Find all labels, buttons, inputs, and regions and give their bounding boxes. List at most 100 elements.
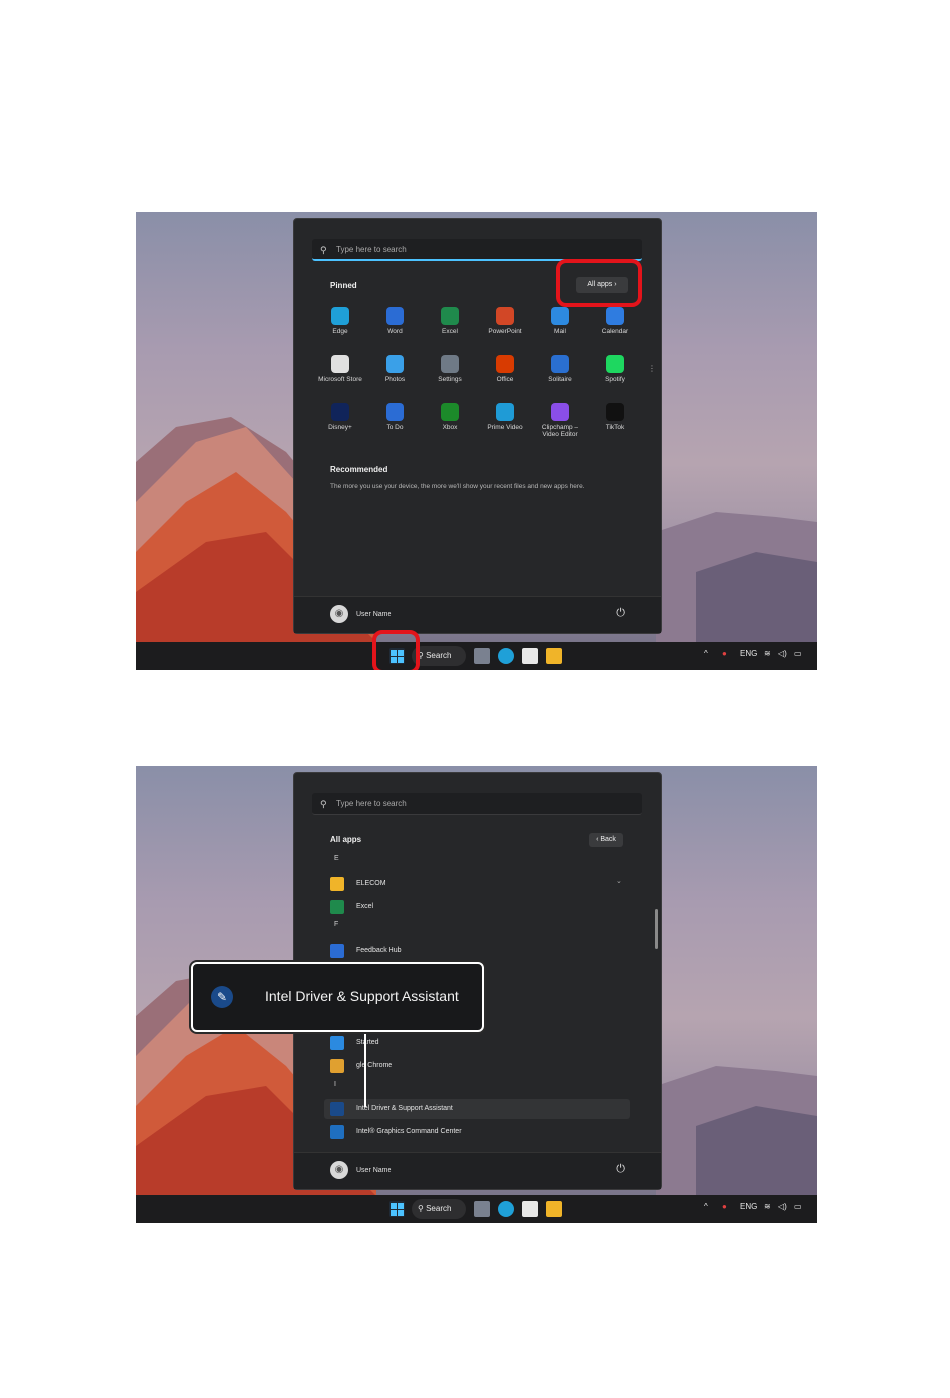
start-button[interactable] bbox=[389, 1201, 405, 1217]
all-apps-title: All apps bbox=[330, 835, 362, 844]
user-avatar-icon[interactable]: ◉ bbox=[330, 1161, 348, 1179]
photos-icon bbox=[386, 355, 404, 373]
battery-icon[interactable]: ▭ bbox=[794, 649, 802, 658]
pinned-app[interactable]: Edge bbox=[313, 307, 367, 335]
pinned-app[interactable]: Word bbox=[368, 307, 422, 335]
prime-video-icon bbox=[496, 403, 514, 421]
power-icon[interactable]: ⏻ bbox=[616, 607, 625, 620]
security-icon[interactable]: ● bbox=[722, 1202, 727, 1211]
todo-icon bbox=[386, 403, 404, 421]
file-explorer-icon[interactable] bbox=[546, 1201, 562, 1217]
user-avatar-icon[interactable]: ◉ bbox=[330, 605, 348, 623]
pinned-app[interactable]: Microsoft Store bbox=[313, 355, 367, 383]
language-indicator[interactable]: ENG bbox=[740, 1202, 757, 1211]
clipchamp-icon bbox=[551, 403, 569, 421]
intel-dsa-icon: ✎ bbox=[211, 986, 233, 1008]
pinned-app-label: Settings bbox=[438, 376, 462, 383]
pinned-app-label: Solitaire bbox=[548, 376, 572, 383]
user-name[interactable]: User Name bbox=[356, 1167, 391, 1174]
app-list-item[interactable]: gle Chrome bbox=[324, 1056, 630, 1076]
app-list-item[interactable]: Started bbox=[324, 1033, 630, 1053]
scroll-indicator-icon: ⋮ bbox=[648, 364, 656, 373]
pinned-app[interactable]: Spotify bbox=[588, 355, 642, 383]
language-indicator[interactable]: ENG bbox=[740, 649, 757, 658]
pinned-app[interactable]: PowerPoint bbox=[478, 307, 532, 335]
wifi-icon[interactable]: ≋ bbox=[764, 649, 771, 658]
store-icon[interactable] bbox=[522, 648, 538, 664]
app-list-item[interactable]: Feedback Hub bbox=[324, 941, 630, 961]
user-name[interactable]: User Name bbox=[356, 611, 391, 618]
recommended-empty-text: The more you use your device, the more w… bbox=[330, 483, 585, 490]
search-icon: ⚲ bbox=[320, 799, 327, 809]
mail-icon bbox=[551, 307, 569, 325]
app-list-item[interactable]: Intel® Graphics Command Center bbox=[324, 1122, 630, 1142]
power-icon[interactable]: ⏻ bbox=[616, 1163, 625, 1176]
app-list-item-label: Feedback Hub bbox=[356, 947, 402, 954]
pinned-app[interactable]: To Do bbox=[368, 403, 422, 431]
pinned-app-label: Spotify bbox=[605, 376, 625, 383]
recommended-title: Recommended bbox=[330, 465, 388, 474]
start-search-box[interactable]: ⚲ Type here to search bbox=[312, 793, 642, 815]
edge-icon[interactable] bbox=[498, 1201, 514, 1217]
app-list-item[interactable]: Excel bbox=[324, 897, 630, 917]
pinned-app-label: Microsoft Store bbox=[318, 376, 362, 383]
intel-dsa-icon bbox=[330, 1102, 344, 1116]
start-menu-footer: ◉ User Name ⏻ bbox=[294, 596, 661, 633]
app-list-item-label: Excel bbox=[356, 903, 374, 910]
edge-icon bbox=[331, 307, 349, 325]
app-list-item-label: Intel® Graphics Command Center bbox=[356, 1128, 462, 1135]
intel-graphics-icon bbox=[330, 1125, 344, 1139]
taskbar-search-label: Search bbox=[426, 651, 452, 660]
expand-chevron-icon: ⌄ bbox=[616, 878, 622, 885]
pinned-app[interactable]: Xbox bbox=[423, 403, 477, 431]
taskbar-search[interactable]: ⚲ Search bbox=[412, 1199, 466, 1219]
section-letter[interactable]: F bbox=[334, 921, 338, 928]
back-label: Back bbox=[600, 836, 616, 843]
wifi-icon[interactable]: ≋ bbox=[764, 1202, 771, 1211]
chrome-icon bbox=[330, 1059, 344, 1073]
pinned-app-label: Office bbox=[496, 376, 514, 383]
store-icon[interactable] bbox=[522, 1201, 538, 1217]
edge-icon[interactable] bbox=[498, 648, 514, 664]
battery-icon[interactable]: ▭ bbox=[794, 1202, 802, 1211]
settings-icon bbox=[441, 355, 459, 373]
pinned-app[interactable]: Prime Video bbox=[478, 403, 532, 431]
pinned-app-label: Excel bbox=[442, 328, 458, 335]
app-list-item[interactable]: Intel Driver & Support Assistant bbox=[324, 1099, 630, 1119]
taskbar-search[interactable]: ⚲ Search bbox=[412, 646, 466, 666]
file-explorer-icon[interactable] bbox=[546, 648, 562, 664]
start-search-box[interactable]: ⚲ Type here to search bbox=[312, 239, 642, 261]
app-list-item[interactable]: ELECOM bbox=[324, 874, 630, 894]
pinned-app-label: Mail bbox=[554, 328, 566, 335]
pinned-app[interactable]: Settings bbox=[423, 355, 477, 383]
get-started-icon bbox=[330, 1036, 344, 1050]
scrollbar[interactable] bbox=[655, 909, 658, 949]
screenshot-start-menu: ⚲ Type here to search Pinned All apps › … bbox=[136, 212, 817, 670]
task-view-icon[interactable] bbox=[474, 648, 490, 664]
pinned-app[interactable]: Office bbox=[478, 355, 532, 383]
highlight-all-apps bbox=[556, 259, 642, 307]
back-button[interactable]: ‹ Back bbox=[589, 833, 623, 847]
tiktok-icon bbox=[606, 403, 624, 421]
pinned-app[interactable]: Mail bbox=[533, 307, 587, 335]
pinned-app-label: To Do bbox=[386, 424, 404, 431]
task-view-icon[interactable] bbox=[474, 1201, 490, 1217]
pinned-app[interactable]: Disney+ bbox=[313, 403, 367, 431]
search-icon: ⚲ bbox=[418, 1204, 427, 1213]
volume-icon[interactable]: ◁) bbox=[778, 649, 787, 658]
pinned-app[interactable]: Calendar bbox=[588, 307, 642, 335]
chevron-up-icon[interactable]: ^ bbox=[704, 649, 708, 658]
pinned-app[interactable]: TikTok bbox=[588, 403, 642, 431]
pinned-app[interactable]: Excel bbox=[423, 307, 477, 335]
section-letter[interactable]: E bbox=[334, 855, 339, 862]
chevron-up-icon[interactable]: ^ bbox=[704, 1202, 708, 1211]
section-letter[interactable]: I bbox=[334, 1081, 336, 1088]
pinned-app[interactable]: Photos bbox=[368, 355, 422, 383]
taskbar-search-label: Search bbox=[426, 1204, 452, 1213]
volume-icon[interactable]: ◁) bbox=[778, 1202, 787, 1211]
pinned-app[interactable]: Solitaire bbox=[533, 355, 587, 383]
office-icon bbox=[496, 355, 514, 373]
pinned-app[interactable]: Clipchamp – Video Editor bbox=[533, 403, 587, 438]
folder-icon bbox=[330, 877, 344, 891]
security-icon[interactable]: ● bbox=[722, 649, 727, 658]
